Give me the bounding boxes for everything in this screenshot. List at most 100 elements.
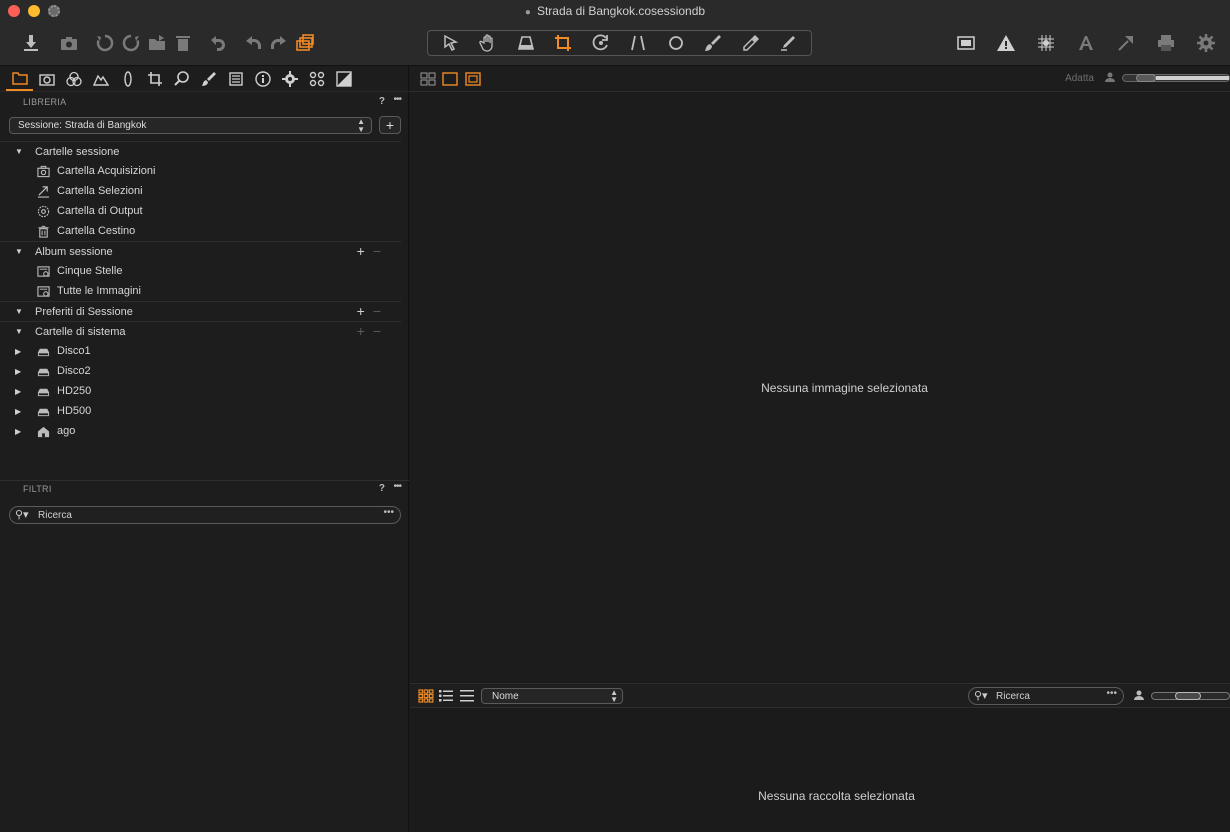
disclosure-collapsed-icon[interactable]: ▶ [15,427,25,436]
add-icon[interactable]: + [357,323,373,339]
zoom-slider[interactable] [1122,74,1230,82]
lens-tab-icon[interactable] [114,67,141,91]
tree-item-cartella-selezioni[interactable]: Cartella Selezioni [0,181,401,201]
import-icon[interactable] [18,31,44,55]
rotate-left-icon[interactable] [92,31,118,55]
tree-group-album-sessione[interactable]: ▼ Album sessione +− [0,241,401,261]
thumbnail-size-knob[interactable] [1175,692,1201,700]
adjustments-tab-icon[interactable] [222,67,249,91]
disclosure-expanded-icon[interactable]: ▼ [15,147,25,156]
redo-icon[interactable] [266,31,292,55]
filters-search-input[interactable]: ⚲▾ Ricerca ••• [9,506,401,524]
browser-search-more-button[interactable]: ••• [1106,688,1117,699]
filters-help-button[interactable]: ? [379,483,385,494]
single-view-icon[interactable] [442,72,458,86]
zoom-label[interactable]: Adatta [1065,73,1094,84]
undo-icon[interactable] [204,31,230,55]
add-library-button[interactable]: + [379,116,401,134]
filters-search-more-button[interactable]: ••• [383,507,394,518]
tree-item-cartella-di-output[interactable]: Cartella di Output [0,201,401,221]
print-icon[interactable] [1146,31,1186,55]
brush-icon[interactable] [696,31,730,55]
disclosure-expanded-icon[interactable]: ▼ [15,327,25,336]
expand-icon[interactable] [1106,31,1146,55]
browser-empty-message: Nessuna raccolta selezionata [758,789,915,803]
local-adjustments-tab-icon[interactable] [195,67,222,91]
tree-item-disco1[interactable]: ▶ Disco1 [0,341,401,361]
picker-icon[interactable] [771,31,805,55]
smart-album-icon [35,264,51,278]
filmstrip-view-icon[interactable] [459,689,475,703]
library-more-button[interactable]: ••• [393,94,401,105]
session-select[interactable]: Sessione: Strada di Bangkok ▲ ▼ [9,117,372,134]
add-icon[interactable]: + [357,303,373,319]
composition-tab-icon[interactable] [141,67,168,91]
tree-item-cartella-acquisizioni[interactable]: Cartella Acquisizioni [0,161,401,181]
zoom-slider-knob[interactable] [1136,74,1156,82]
exposure-tab-icon[interactable] [87,67,114,91]
settings-icon[interactable] [1186,31,1226,55]
multi-view-icon[interactable] [420,72,436,86]
remove-icon[interactable]: − [373,243,389,259]
tree-group-cartelle-sessione[interactable]: ▼ Cartelle sessione [0,141,401,161]
stack-icon[interactable] [292,31,318,55]
tree-group-cartelle-di-sistema[interactable]: ▼ Cartelle di sistema +− [0,321,401,341]
overlay-icon[interactable] [946,31,986,55]
sort-select[interactable]: Nome ▲ ▼ [481,688,623,704]
tree-item-tutte-le-immagini[interactable]: Tutte le Immagini [0,281,401,301]
tree-item-cinque-stelle[interactable]: Cinque Stelle [0,261,401,281]
camera-icon[interactable] [56,31,82,55]
disclosure-collapsed-icon[interactable]: ▶ [15,367,25,376]
warning-icon[interactable] [986,31,1026,55]
add-icon[interactable]: + [357,243,373,259]
search-icon[interactable]: ⚲▾ [974,689,988,702]
trash-icon[interactable] [170,31,196,55]
library-tab-icon[interactable] [6,67,33,91]
sort-select-value: Nome [492,691,519,702]
remove-icon[interactable]: − [373,323,389,339]
library-title: LIBRERIA [23,97,67,107]
details-tab-icon[interactable] [168,67,195,91]
batch-tab-icon[interactable] [303,67,330,91]
move-to-icon[interactable] [144,31,170,55]
remove-icon[interactable]: − [373,303,389,319]
output-tab-icon[interactable] [276,67,303,91]
filters-search-placeholder: Ricerca [38,510,72,521]
tree-item-disco2[interactable]: ▶ Disco2 [0,361,401,381]
metadata-tab-icon[interactable] [249,67,276,91]
thumbnail-size-slider[interactable] [1151,692,1230,700]
library-help-button[interactable]: ? [379,96,385,107]
grid-icon[interactable] [1026,31,1066,55]
text-icon[interactable] [1066,31,1106,55]
circle-icon[interactable] [659,31,693,55]
disclosure-collapsed-icon[interactable]: ▶ [15,347,25,356]
proof-view-icon[interactable] [465,72,481,86]
pointer-icon[interactable] [434,31,468,55]
list-view-icon[interactable] [438,689,454,703]
tree-item-cartella-cestino[interactable]: Cartella Cestino [0,221,401,241]
tree-item-hd500[interactable]: ▶ HD500 [0,401,401,421]
eyedropper-icon[interactable] [734,31,768,55]
color-tab-icon[interactable] [60,67,87,91]
capture-tab-icon[interactable] [33,67,60,91]
grid-view-icon[interactable] [418,689,434,703]
rotate-icon[interactable] [584,31,618,55]
disclosure-collapsed-icon[interactable]: ▶ [15,407,25,416]
library-header: LIBRERIA ? ••• [0,94,409,112]
disclosure-expanded-icon[interactable]: ▼ [15,307,25,316]
search-icon[interactable]: ⚲▾ [15,508,29,521]
hand-icon[interactable] [471,31,505,55]
tree-item-hd250[interactable]: ▶ HD250 [0,381,401,401]
tree-group-preferiti-di-sessione[interactable]: ▼ Preferiti di Sessione +− [0,301,401,321]
disclosure-collapsed-icon[interactable]: ▶ [15,387,25,396]
keystone-icon[interactable] [509,31,543,55]
disclosure-expanded-icon[interactable]: ▼ [15,247,25,256]
undo-icon[interactable] [240,31,266,55]
filters-more-button[interactable]: ••• [393,481,401,492]
rotate-right-icon[interactable] [118,31,144,55]
crop-icon[interactable] [546,31,580,55]
straighten-icon[interactable] [621,31,655,55]
browser-search-input[interactable]: ⚲▾ Ricerca ••• [968,687,1124,705]
tree-item-ago[interactable]: ▶ ago [0,421,401,441]
styles-tab-icon[interactable] [330,67,357,91]
